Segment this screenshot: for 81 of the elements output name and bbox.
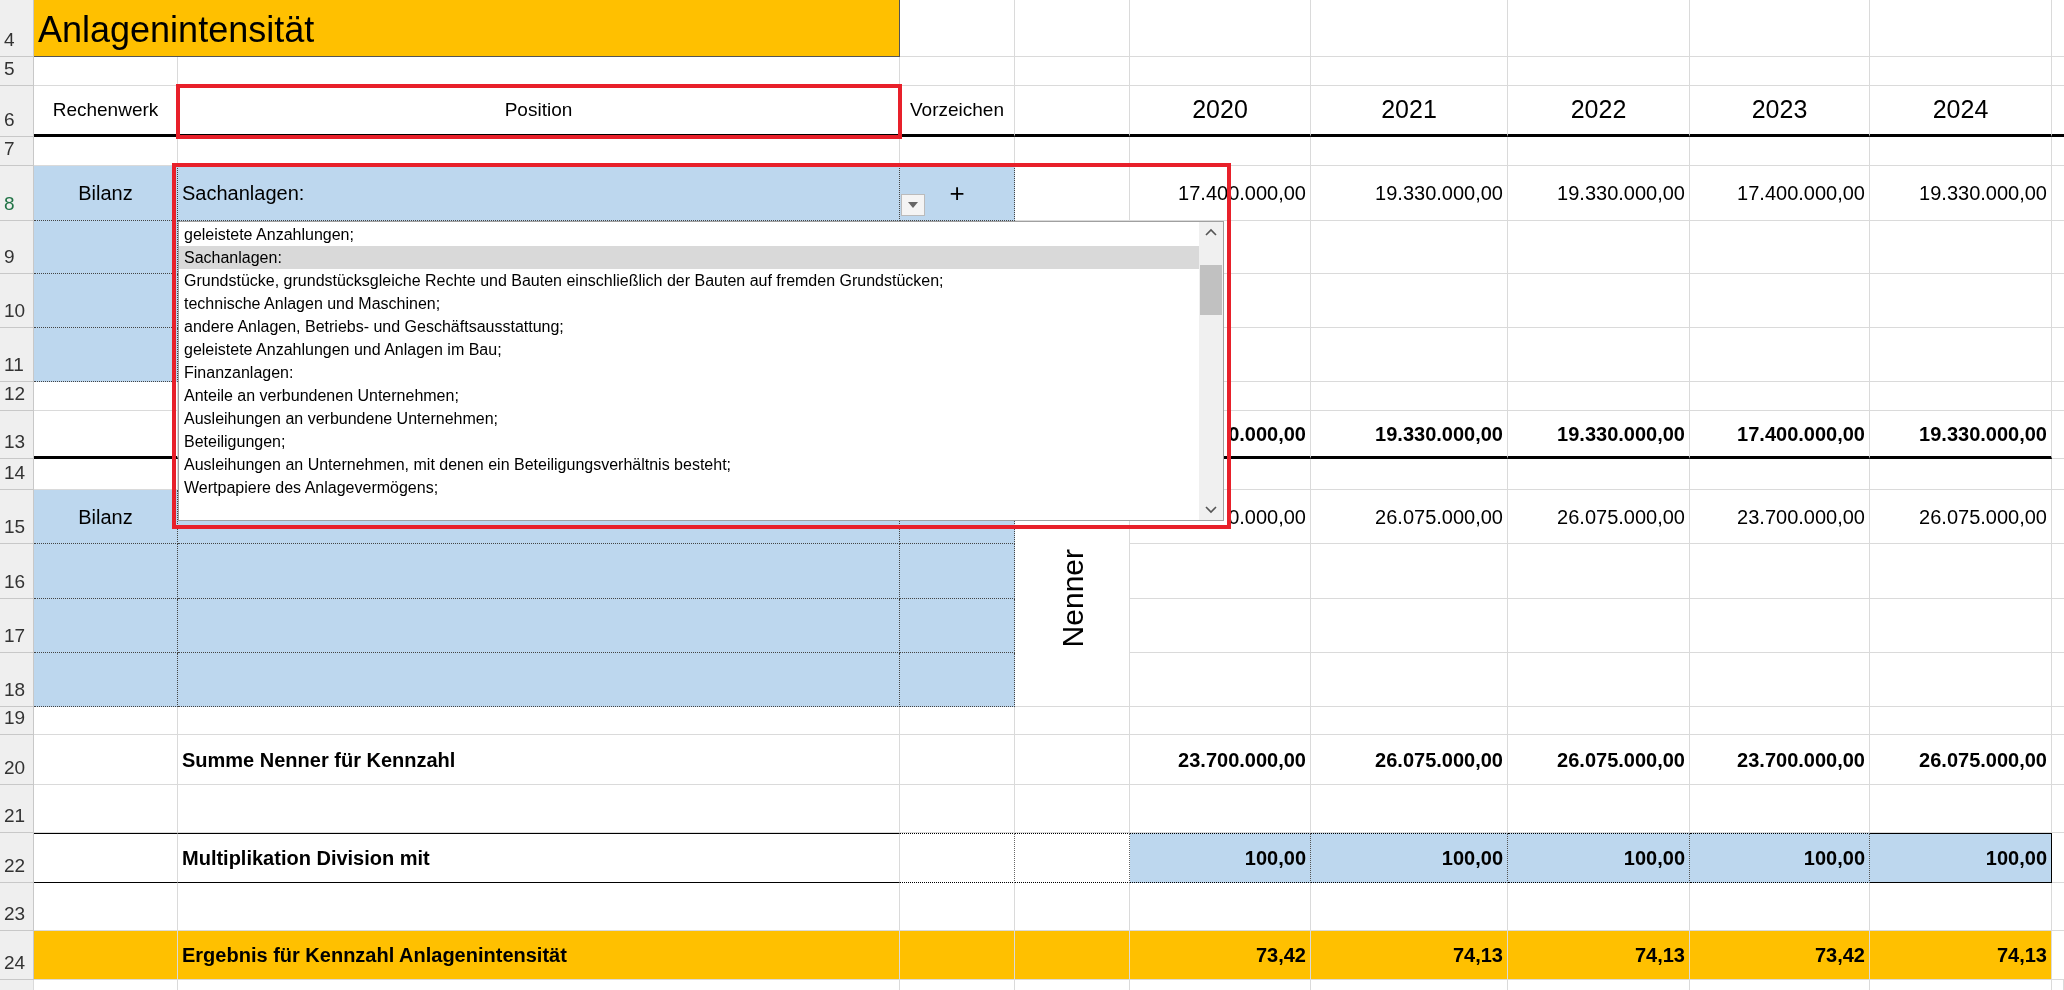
row-number: 17 [0, 599, 34, 653]
table-cell: 100,00 [1508, 833, 1690, 883]
column-header: 2023 [1690, 86, 1870, 137]
table-cell: Summe Nenner für Kennzahl [178, 735, 900, 785]
table-cell: 100,00 [1311, 833, 1508, 883]
table-cell: 26.075.000,00 [1311, 735, 1508, 785]
table-cell: Multiplikation Division mit [178, 833, 900, 883]
table-cell: 73,42 [1690, 931, 1870, 980]
row-number: 9 [0, 221, 34, 274]
table-cell: Bilanz [34, 490, 178, 544]
table-cell: 74,13 [1508, 931, 1690, 980]
input-cell[interactable] [900, 653, 1015, 707]
table-cell: 23.700.000,00 [1690, 490, 1870, 544]
row-number: 15 [0, 490, 34, 544]
scroll-down-icon[interactable] [1205, 506, 1217, 514]
input-cell[interactable] [34, 328, 178, 382]
table-cell: 23.700.000,00 [1690, 735, 1870, 785]
input-cell[interactable] [178, 653, 900, 707]
column-header: 2021 [1311, 86, 1508, 137]
table-cell: 26.075.000,00 [1311, 490, 1508, 544]
row-number: 4 [0, 0, 34, 57]
row-number: 14 [0, 459, 34, 490]
table-cell: 19.330.000,00 [1311, 411, 1508, 459]
row-number: 18 [0, 653, 34, 707]
column-header: 2020 [1130, 86, 1311, 137]
row-number: 6 [0, 86, 34, 137]
row-number: 21 [0, 785, 34, 833]
row-number: 13 [0, 411, 34, 459]
input-cell[interactable] [900, 544, 1015, 599]
table-cell: 23.700.000,00 [1130, 735, 1311, 785]
input-cell[interactable] [900, 599, 1015, 653]
input-cell[interactable] [34, 599, 178, 653]
table-cell: 19.330.000,00 [1508, 411, 1690, 459]
table-cell: 19.330.000,00 [1311, 166, 1508, 221]
row-number: 11 [0, 328, 34, 382]
row-number: 10 [0, 274, 34, 328]
row-number: 23 [0, 883, 34, 931]
side-label: Nenner [1054, 548, 1090, 648]
table-cell: 73,42 [1130, 931, 1311, 980]
column-header: Rechenwerk [34, 86, 178, 137]
empty-cell [0, 980, 34, 990]
table-cell: 74,13 [1311, 931, 1508, 980]
column-header: 2022 [1508, 86, 1690, 137]
row-number: 5 [0, 57, 34, 86]
table-cell: 19.330.000,00 [1508, 166, 1690, 221]
table-cell: 26.075.000,00 [1870, 490, 2052, 544]
list-option[interactable]: Sachanlagen: [179, 246, 1199, 269]
table-cell: 100,00 [1870, 833, 2052, 883]
input-cell[interactable] [34, 653, 178, 707]
row-number: 22 [0, 833, 34, 883]
column-header: 2024 [1870, 86, 2052, 137]
row-number: 16 [0, 544, 34, 599]
table-cell: Ergebnis für Kennzahl Anlagenintensität [178, 931, 900, 980]
table-cell: 26.075.000,00 [1870, 735, 2052, 785]
table-cell: 19.330.000,00 [1870, 411, 2052, 459]
table-cell: 100,00 [1690, 833, 1870, 883]
sheet-title: Anlagenintensität [34, 0, 900, 57]
scroll-thumb[interactable] [1200, 265, 1222, 315]
table-cell: 17.400.000,00 [1690, 166, 1870, 221]
row-number: 19 [0, 707, 34, 735]
row-number: 7 [0, 137, 34, 166]
caret-icon [908, 202, 918, 208]
row-number: 8 [0, 166, 34, 221]
row-number: 12 [0, 382, 34, 411]
table-cell: 26.075.000,00 [1508, 490, 1690, 544]
dropdown-button[interactable] [901, 194, 925, 216]
table-cell: 74,13 [1870, 931, 2052, 980]
table-cell: Bilanz [34, 166, 178, 221]
input-cell[interactable] [178, 544, 900, 599]
table-cell[interactable]: Sachanlagen: [178, 166, 900, 221]
table-cell: 19.330.000,00 [1870, 166, 2052, 221]
table-cell: 17.400.000,00 [1690, 411, 1870, 459]
column-header: Position [178, 86, 900, 137]
input-cell[interactable] [178, 599, 900, 653]
table-cell: 100,00 [1130, 833, 1311, 883]
row-number: 20 [0, 735, 34, 785]
input-cell[interactable] [34, 544, 178, 599]
row-number: 24 [0, 931, 34, 980]
column-header: Vorzeichen [900, 86, 1015, 137]
scroll-up-icon[interactable] [1205, 228, 1217, 236]
table-cell: 26.075.000,00 [1508, 735, 1690, 785]
